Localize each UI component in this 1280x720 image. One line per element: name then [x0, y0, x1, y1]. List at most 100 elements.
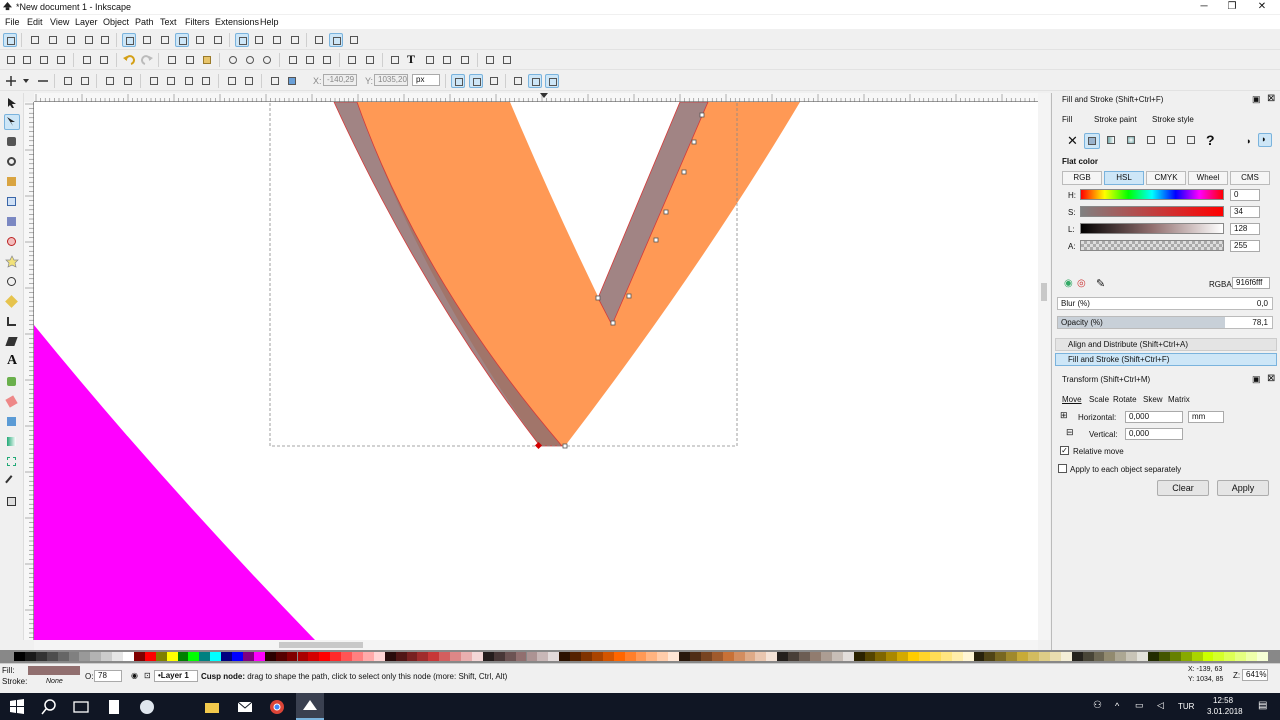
lightness-slider[interactable] — [1080, 223, 1224, 234]
snap-toggle-button[interactable] — [3, 33, 17, 47]
palette-swatch[interactable] — [1060, 652, 1072, 661]
palette-swatch[interactable] — [766, 652, 778, 661]
alpha-field[interactable]: 255 — [1230, 240, 1260, 252]
pencil-tool-icon[interactable] — [4, 294, 20, 310]
no-paint-icon[interactable]: ✕ — [1067, 133, 1078, 149]
palette-swatch[interactable] — [275, 652, 287, 661]
palette-swatch[interactable] — [820, 652, 832, 661]
tab-fill[interactable]: Fill — [1062, 115, 1072, 124]
connector-tool-icon[interactable] — [4, 494, 20, 510]
palette-swatch[interactable] — [810, 652, 821, 661]
clock-time[interactable]: 12:58 — [1213, 696, 1233, 705]
palette-swatch[interactable] — [461, 652, 472, 661]
opacity-status-field[interactable]: 78 — [94, 670, 122, 682]
path-node[interactable] — [562, 443, 568, 449]
inkscape-taskbar-button[interactable] — [296, 693, 324, 720]
snap-page-button[interactable] — [312, 33, 326, 47]
zoom-selection-button[interactable] — [226, 53, 240, 67]
unlink-clone-button[interactable] — [320, 53, 334, 67]
palette-swatch[interactable] — [995, 652, 1007, 661]
make-auto-smooth-button[interactable] — [199, 74, 213, 88]
opacity-slider[interactable]: Opacity (%) 78,1 — [1057, 316, 1273, 329]
delete-segment-button[interactable] — [121, 74, 135, 88]
clear-button[interactable]: Clear — [1157, 480, 1209, 496]
next-path-effect-button[interactable] — [511, 74, 525, 88]
palette-swatch[interactable] — [1246, 652, 1258, 661]
palette-swatch[interactable] — [341, 652, 353, 661]
layer-lock-icon[interactable]: ⊡ — [144, 671, 151, 680]
docked-fill-stroke[interactable]: Fill and Stroke (Shift+Ctrl+F) — [1055, 353, 1277, 366]
close-button[interactable]: ✕ — [1251, 1, 1273, 13]
palette-swatch[interactable] — [591, 652, 603, 661]
pen-tool-icon[interactable] — [4, 314, 20, 330]
palette-swatch[interactable] — [101, 652, 113, 661]
palette-swatch[interactable] — [515, 652, 527, 661]
palette-swatch[interactable] — [733, 652, 745, 661]
palette-swatch[interactable] — [744, 652, 756, 661]
transform-tab-matrix[interactable]: Matrix — [1168, 395, 1190, 404]
clone-button[interactable] — [303, 53, 317, 67]
palette-swatch[interactable] — [232, 652, 243, 661]
transform-iconify-icon[interactable]: ▣ — [1252, 374, 1261, 385]
palette-swatch[interactable] — [581, 652, 592, 661]
palette-swatch[interactable] — [297, 652, 309, 661]
snap-text-baseline-button[interactable] — [288, 33, 302, 47]
path-node[interactable] — [699, 112, 705, 118]
snap-intersection-button[interactable] — [158, 33, 172, 47]
palette-swatch[interactable] — [1093, 652, 1105, 661]
relative-move-checkbox[interactable]: ✓ — [1060, 446, 1069, 455]
palette-swatch[interactable] — [537, 652, 549, 661]
palette-swatch[interactable] — [919, 652, 930, 661]
layer-select[interactable]: •Layer 1 — [154, 670, 198, 682]
palette-swatch[interactable] — [210, 652, 222, 661]
color-picker-icon[interactable]: ✎ — [1096, 277, 1105, 290]
snap-path-button[interactable] — [140, 33, 154, 47]
mesh-tool-icon[interactable] — [4, 454, 20, 470]
show-outline-button[interactable] — [487, 74, 501, 88]
search-icon[interactable] — [40, 698, 58, 716]
print-button[interactable] — [54, 53, 68, 67]
fill-stroke-dialog-button[interactable] — [388, 53, 402, 67]
horizontal-field[interactable]: 0,000 — [1125, 411, 1183, 423]
pattern-button[interactable] — [1164, 133, 1180, 149]
palette-swatch[interactable] — [1224, 652, 1236, 661]
open-button[interactable] — [20, 53, 34, 67]
fill-rule-evenodd-icon[interactable]: ◗ — [1246, 136, 1251, 146]
show-clip-button[interactable] — [545, 74, 559, 88]
palette-swatch[interactable] — [788, 652, 800, 661]
palette-swatch[interactable] — [155, 652, 167, 661]
palette-swatch[interactable] — [57, 652, 69, 661]
palette-swatch[interactable] — [897, 652, 909, 661]
palette-swatch[interactable] — [940, 652, 952, 661]
mode-tab-hsl[interactable]: HSL — [1104, 171, 1144, 185]
xml-editor-button[interactable] — [440, 53, 454, 67]
transform-unit-select[interactable]: mm — [1188, 411, 1224, 423]
palette-swatch[interactable] — [330, 652, 342, 661]
palette-swatch[interactable] — [24, 652, 36, 661]
show-transform-handles-button[interactable] — [451, 74, 465, 88]
palette-swatch[interactable] — [1049, 652, 1061, 661]
palette-swatch[interactable] — [242, 652, 254, 661]
palette-swatch[interactable] — [853, 652, 865, 661]
menu-layer[interactable]: Layer — [75, 17, 98, 27]
mail-icon[interactable] — [236, 698, 254, 716]
blur-slider[interactable]: Blur (%) 0,0 — [1057, 297, 1273, 310]
palette-swatch[interactable] — [548, 652, 560, 661]
palette-swatch[interactable] — [613, 652, 625, 661]
palette-swatch[interactable] — [471, 652, 483, 661]
mesh-gradient-button[interactable] — [1144, 133, 1160, 149]
break-path-button[interactable] — [78, 74, 92, 88]
snap-center-button[interactable] — [252, 33, 266, 47]
clock-date[interactable]: 3.01.2018 — [1207, 707, 1243, 716]
snap-grid-button[interactable] — [329, 33, 343, 47]
palette-swatch[interactable] — [679, 652, 691, 661]
palette-swatch[interactable] — [504, 652, 516, 661]
mode-tab-wheel[interactable]: Wheel — [1188, 171, 1228, 185]
star-tool-icon[interactable] — [4, 254, 20, 270]
vertical-field[interactable]: 0,000 — [1125, 428, 1183, 440]
tray-chevron-icon[interactable]: ^ — [1115, 701, 1119, 711]
palette-swatch[interactable] — [1158, 652, 1170, 661]
palette-swatch[interactable] — [657, 652, 669, 661]
make-smooth-button[interactable] — [164, 74, 178, 88]
palette-swatch[interactable] — [439, 652, 451, 661]
